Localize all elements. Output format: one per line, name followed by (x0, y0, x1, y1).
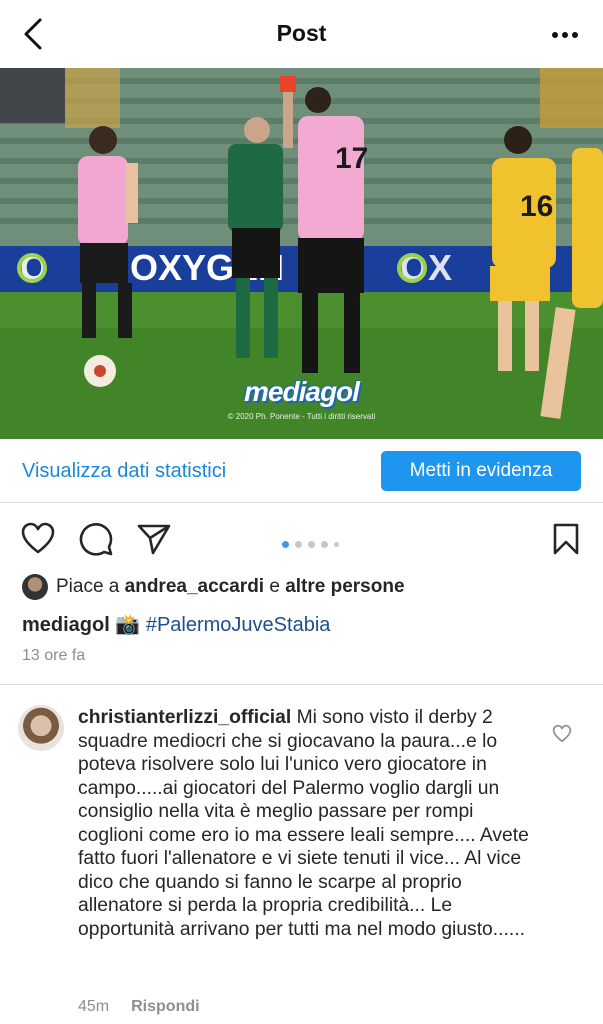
post-image[interactable]: O OXYGEN OX 17 16 mediagol © 2020 Ph. Po… (0, 68, 603, 439)
heart-icon[interactable] (20, 521, 56, 557)
share-icon[interactable] (136, 521, 172, 557)
carousel-dot (308, 541, 315, 548)
more-horizontal-icon[interactable] (545, 18, 585, 52)
comment-like-heart-icon[interactable] (552, 724, 572, 744)
liker-avatar (22, 574, 48, 600)
image-credit: © 2020 Ph. Ponente - Tutti i diritti ris… (227, 412, 376, 421)
action-bar (0, 515, 603, 563)
divider (0, 684, 603, 685)
carousel-dot (321, 541, 328, 548)
carousel-dot (295, 541, 302, 548)
image-watermark: mediagol (244, 376, 360, 407)
reply-button[interactable]: Rispondi (131, 998, 199, 1015)
carousel-dot (282, 541, 289, 548)
top-bar: Post (0, 0, 603, 68)
comment-time: 45m (78, 998, 110, 1015)
commenter-avatar[interactable] (18, 705, 64, 751)
view-insights-link[interactable]: Visualizza dati statistici (22, 460, 226, 483)
likes-summary[interactable]: Piace a andrea_accardi e altre persone (22, 574, 405, 602)
caption-username[interactable]: mediagol (22, 614, 110, 636)
page-title: Post (276, 20, 327, 46)
carousel-dot (334, 542, 339, 547)
comment-meta: 45m Rispondi (78, 998, 200, 1016)
promote-button[interactable]: Metti in evidenza (381, 451, 581, 491)
comment-icon[interactable] (78, 521, 114, 557)
other-likers-link[interactable]: altre persone (285, 576, 404, 597)
bookmark-icon[interactable] (548, 521, 584, 557)
hashtag-link[interactable]: #PalermoJuveStabia (146, 614, 331, 636)
jersey-number-16: 16 (520, 190, 553, 223)
liker-username[interactable]: andrea_accardi (125, 576, 264, 597)
jersey-number-17: 17 (335, 142, 368, 175)
post-caption: mediagol 📸 #PalermoJuveStabia (22, 612, 330, 637)
post-timestamp: 13 ore fa (22, 647, 86, 664)
insights-row: Visualizza dati statistici Metti in evid… (0, 440, 603, 503)
camera-emoji: 📸 (115, 614, 141, 636)
comment-text: Mi sono visto il derby 2 squadre mediocr… (78, 707, 529, 940)
carousel-indicator (282, 535, 345, 548)
commenter-username[interactable]: christianterlizzi_official (78, 707, 291, 728)
comment-body: christianterlizzi_official Mi sono visto… (78, 706, 538, 941)
